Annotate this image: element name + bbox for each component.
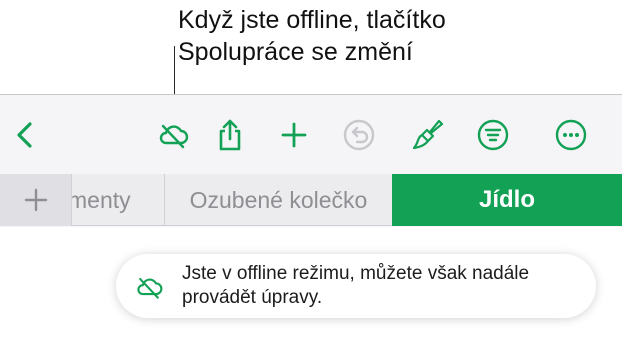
tab-partial-label: menty [72,186,131,213]
cloud-offline-icon [159,124,189,149]
add-button[interactable] [276,117,312,153]
undo-icon [343,119,375,151]
filter-icon [477,119,509,151]
collaborate-button[interactable] [155,117,191,153]
callout-text: Když jste offline, tlačítko Spolupráce s… [178,4,446,68]
add-sheet-button[interactable] [0,174,72,226]
offline-banner: Jste v offline režimu, můžete však nadál… [116,254,596,318]
toolbar [0,95,622,175]
share-button[interactable] [212,117,248,153]
cloud-offline-icon [137,278,163,299]
format-button[interactable] [410,117,446,153]
tab-gear-label: Ozubené kolečko [189,186,368,213]
offline-banner-message: Jste v offline režimu, můžete však nadál… [182,263,530,308]
share-icon [219,119,241,151]
organize-button[interactable] [475,117,511,153]
tab-food-active[interactable]: Jídlo [392,174,622,226]
more-icon [555,119,587,151]
callout-line-1: Když jste offline, tlačítko [178,6,446,34]
sheet-tab-bar: menty Ozubené kolečko Jídlo [0,174,622,226]
paintbrush-icon [412,119,444,150]
callout-line-2: Spolupráce se změní [178,38,413,66]
plus-icon [281,122,307,148]
back-button[interactable] [8,117,44,153]
chevron-left-icon [17,122,32,148]
tab-partial[interactable]: menty [72,174,164,226]
tab-gear[interactable]: Ozubené kolečko [164,174,392,226]
undo-button[interactable] [341,117,377,153]
more-button[interactable] [553,117,589,153]
plus-icon [24,188,47,212]
tab-food-label: Jídlo [478,186,535,213]
